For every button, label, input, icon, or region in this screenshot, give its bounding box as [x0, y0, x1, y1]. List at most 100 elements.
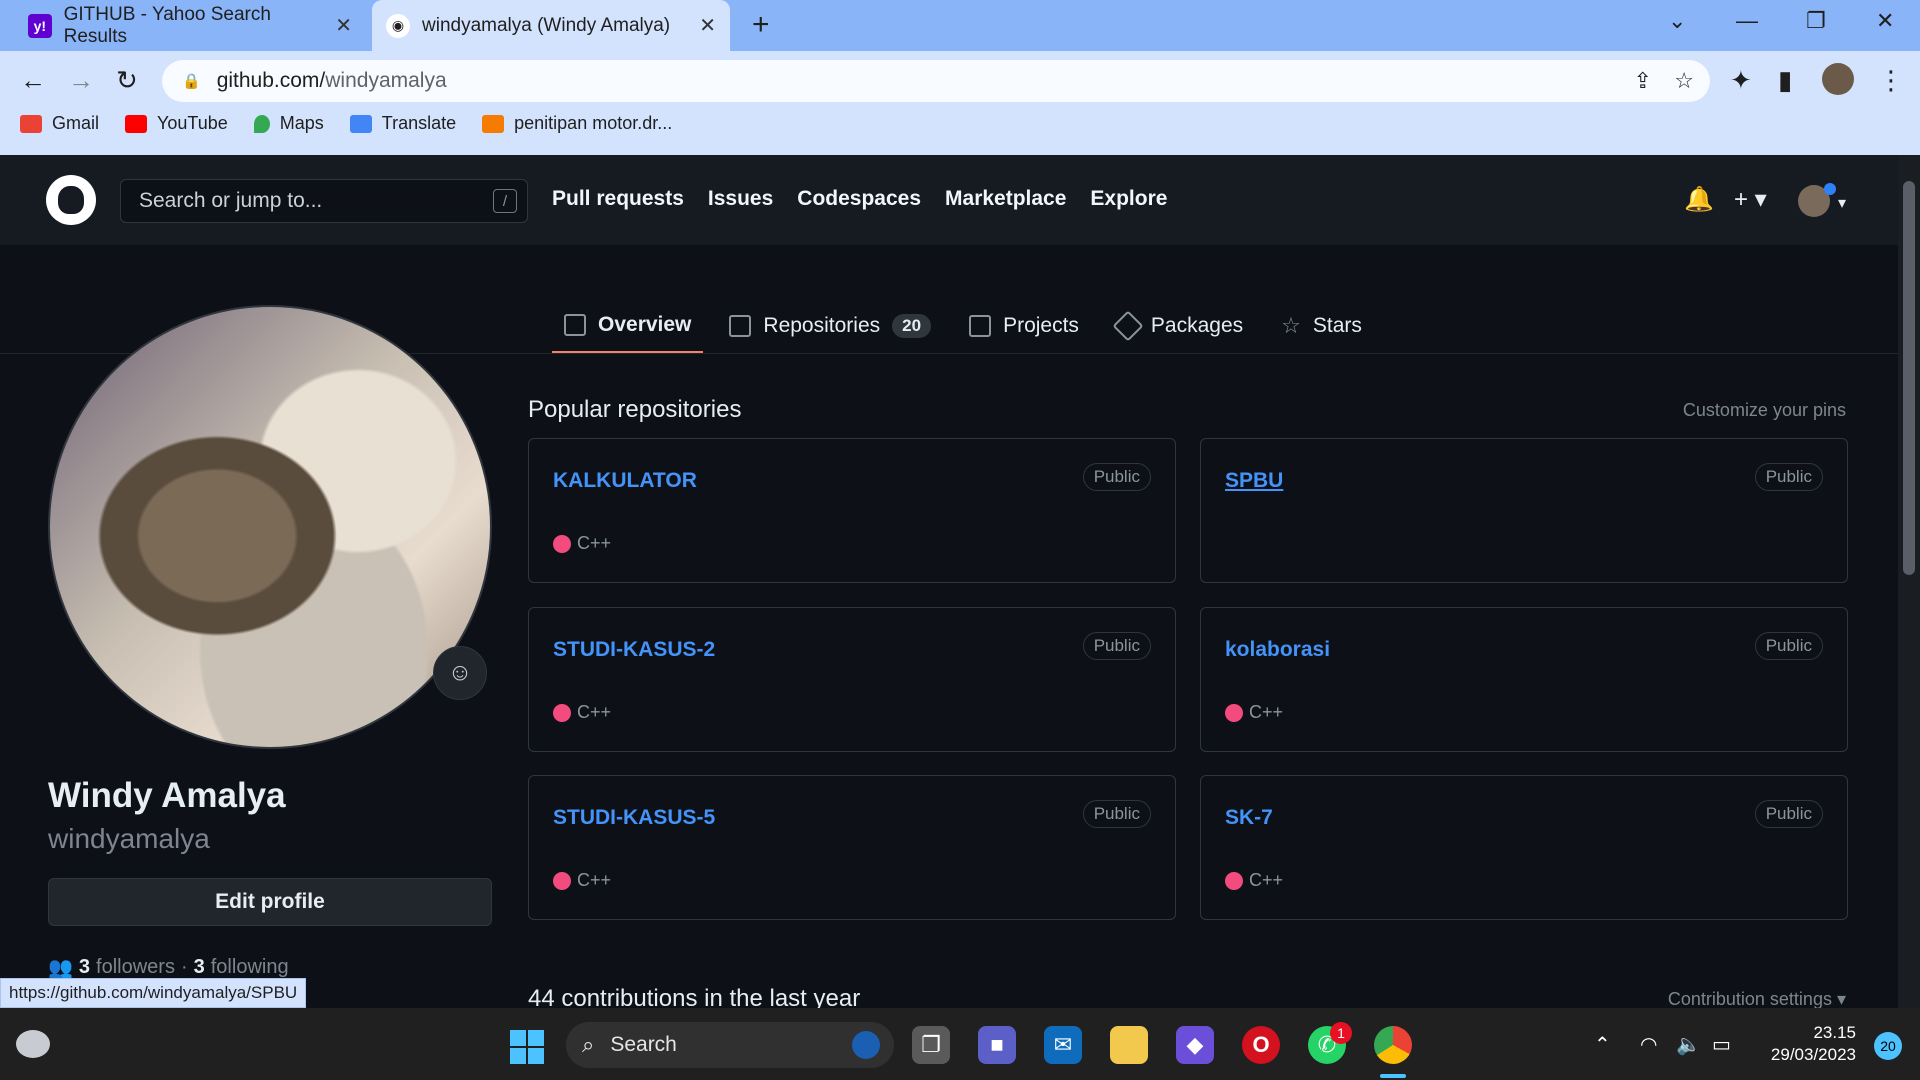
repo-language: C++	[1225, 702, 1283, 723]
extensions-icon[interactable]: ✦	[1730, 65, 1752, 96]
search-placeholder: Search or jump to...	[139, 189, 323, 212]
notification-count-badge[interactable]: 20	[1874, 1032, 1902, 1060]
forward-button[interactable]: →	[68, 65, 94, 96]
table-icon	[969, 315, 992, 337]
chat-icon[interactable]: ■	[978, 1026, 1016, 1064]
tab-github-profile[interactable]: ◉ windyamalya (Windy Amalya) ✕	[372, 0, 730, 51]
create-new-icon[interactable]: + ▾	[1734, 185, 1767, 214]
smiley-icon[interactable]: ☺	[433, 646, 487, 700]
taskbar-clock[interactable]: 23.15 29/03/2023	[1771, 1022, 1856, 1066]
taskbar-search-label: Search	[610, 1033, 677, 1056]
profile-avatar[interactable]	[48, 305, 492, 749]
url-host: github.com/	[216, 69, 326, 92]
repo-language: C++	[553, 870, 611, 891]
bookmark-penitipan-motor[interactable]: penitipan motor.dr...	[482, 113, 672, 134]
copilot-app-icon[interactable]: ◆	[1176, 1026, 1214, 1064]
search-shortcut-key: /	[493, 189, 517, 213]
whatsapp-notification-badge: 1	[1330, 1022, 1352, 1044]
file-explorer-icon[interactable]	[1110, 1026, 1148, 1064]
wifi-icon[interactable]: ◠	[1640, 1032, 1657, 1057]
github-icon: ◉	[386, 13, 410, 38]
task-view-icon[interactable]: ❐	[912, 1026, 950, 1064]
language-label: C++	[577, 702, 612, 722]
language-label: C++	[577, 870, 612, 890]
opera-icon[interactable]: O	[1242, 1026, 1280, 1064]
nav-explore[interactable]: Explore	[1090, 187, 1167, 211]
tab-label: Packages	[1150, 314, 1244, 337]
tab-yahoo-search[interactable]: y! GITHUB - Yahoo Search Results ✕	[14, 0, 366, 51]
nav-codespaces[interactable]: Codespaces	[797, 187, 921, 211]
clock-date: 29/03/2023	[1770, 1045, 1856, 1064]
people-icon: 👥	[48, 957, 73, 979]
volume-icon[interactable]: 🔈	[1676, 1032, 1701, 1057]
repo-name-link[interactable]: KALKULATOR	[553, 469, 697, 493]
tab-stars[interactable]: ☆ Stars	[1269, 298, 1374, 354]
customize-pins-link[interactable]: Customize your pins	[1683, 400, 1846, 421]
close-window-button[interactable]: ✕	[1876, 8, 1894, 34]
bookmark-gmail[interactable]: Gmail	[20, 113, 99, 134]
tab-repositories[interactable]: Repositories 20	[717, 298, 943, 354]
nav-marketplace[interactable]: Marketplace	[945, 187, 1066, 211]
lock-icon: 🔒	[182, 73, 201, 90]
tab-projects[interactable]: Projects	[957, 298, 1091, 354]
translate-icon	[349, 114, 372, 133]
edit-profile-button[interactable]: Edit profile	[48, 878, 492, 926]
bookmark-label: penitipan motor.dr...	[514, 113, 673, 133]
bell-icon[interactable]: 🔔	[1684, 185, 1714, 214]
minimize-button[interactable]: —	[1736, 8, 1758, 34]
bookmark-maps[interactable]: Maps	[253, 113, 324, 134]
bookmark-translate[interactable]: Translate	[349, 113, 457, 134]
repo-name-link[interactable]: SK-7	[1225, 806, 1273, 830]
repo-name-link[interactable]: STUDI-KASUS-5	[553, 806, 715, 830]
github-logo-icon[interactable]	[46, 175, 96, 225]
chevron-up-icon[interactable]: ⌃	[1594, 1032, 1611, 1057]
weather-icon[interactable]	[16, 1030, 50, 1058]
tab-label: Overview	[598, 312, 692, 336]
tab-title: GITHUB - Yahoo Search Results	[63, 3, 271, 47]
chrome-menu-icon[interactable]: ⋮	[1878, 65, 1904, 96]
repo-icon	[729, 315, 752, 337]
back-button[interactable]: ←	[20, 65, 46, 96]
separator: ·	[180, 956, 188, 978]
language-color-dot	[553, 871, 571, 890]
new-tab-button[interactable]: +	[752, 8, 770, 42]
close-tab-icon[interactable]: ✕	[699, 13, 716, 38]
visibility-badge: Public	[1754, 632, 1823, 660]
visibility-badge: Public	[1754, 463, 1823, 491]
following-count[interactable]: 3	[194, 956, 205, 979]
taskbar-search[interactable]: ⌕ Search	[566, 1022, 894, 1068]
nav-issues[interactable]: Issues	[708, 187, 773, 211]
mail-icon[interactable]: ✉	[1044, 1026, 1082, 1064]
chrome-icon[interactable]	[1374, 1026, 1412, 1064]
page-scrollbar[interactable]	[1898, 155, 1920, 1008]
close-tab-icon[interactable]: ✕	[335, 13, 352, 38]
battery-icon[interactable]: ▭	[1712, 1032, 1731, 1057]
following-link[interactable]: following	[211, 956, 289, 979]
followers-count[interactable]: 3	[79, 956, 90, 979]
windows-start-icon[interactable]	[510, 1030, 544, 1064]
bookmark-youtube[interactable]: YouTube	[125, 113, 228, 134]
contribution-settings-dropdown[interactable]: Contribution settings ▾	[1668, 989, 1846, 1010]
repo-name-link[interactable]: STUDI-KASUS-2	[553, 638, 715, 662]
scrollbar-thumb[interactable]	[1903, 181, 1915, 575]
search-input[interactable]: Search or jump to... /	[120, 179, 528, 223]
side-panel-icon[interactable]: ▮	[1778, 65, 1792, 96]
nav-pull-requests[interactable]: Pull requests	[552, 187, 684, 211]
reload-button[interactable]: ↻	[116, 65, 138, 96]
repo-name-link[interactable]: SPBU	[1225, 469, 1283, 493]
followers-link[interactable]: followers	[96, 956, 175, 979]
tab-overview[interactable]: Overview	[552, 298, 704, 354]
bookmark-label: Translate	[381, 113, 457, 133]
address-bar[interactable]: 🔒 github.com/windyamalya ⇪ ☆	[162, 60, 1710, 102]
repo-card: STUDI-KASUS-2 Public C++	[528, 607, 1176, 752]
repo-name-link[interactable]: kolaborasi	[1225, 638, 1330, 662]
tab-search-icon[interactable]: ⌄	[1668, 8, 1686, 34]
repo-language: C++	[1225, 870, 1283, 891]
tab-packages[interactable]: Packages	[1105, 298, 1255, 354]
bookmark-star-icon[interactable]: ☆	[1674, 68, 1694, 94]
restore-button[interactable]: ❐	[1806, 8, 1826, 34]
share-icon[interactable]: ⇪	[1634, 68, 1652, 94]
chevron-down-icon[interactable]: ▾	[1838, 193, 1846, 213]
global-nav: Pull requests Issues Codespaces Marketpl…	[552, 187, 1167, 211]
chrome-profile-avatar[interactable]	[1822, 63, 1854, 95]
